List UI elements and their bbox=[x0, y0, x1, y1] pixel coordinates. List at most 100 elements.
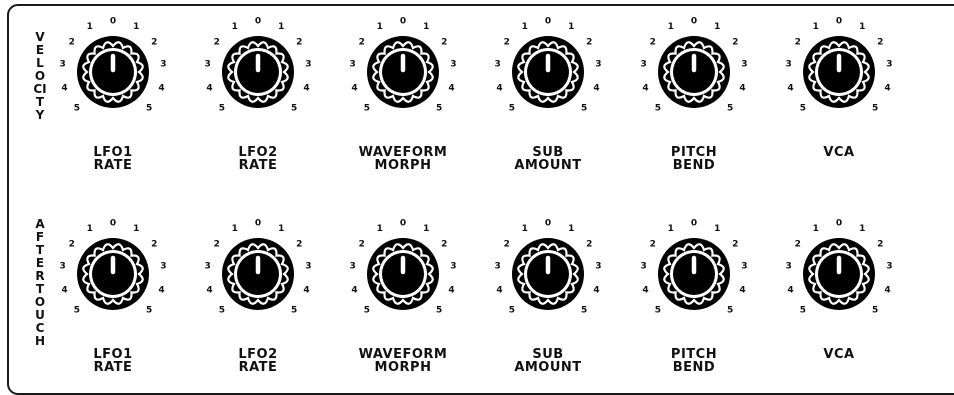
mod-amount-knob[interactable]: 5 4 3 2 1 0 1 2 3 4 5 bbox=[200, 14, 316, 142]
mod-amount-knob[interactable]: 5 4 3 2 1 0 1 2 3 4 5 bbox=[200, 216, 316, 344]
scale-tick-label: 2 bbox=[69, 38, 75, 48]
scale-tick-label: 2 bbox=[650, 38, 656, 48]
knob-label: WAVEFORM MORPH bbox=[323, 146, 483, 172]
scale-tick-label: 3 bbox=[204, 262, 210, 272]
mod-amount-knob[interactable]: 5 4 3 2 1 0 1 2 3 4 5 bbox=[345, 14, 461, 142]
knob-graphic[interactable]: 5 4 3 2 1 0 1 2 3 4 5 bbox=[636, 216, 752, 344]
scale-tick-label: 3 bbox=[886, 262, 892, 272]
scale-tick-label: 4 bbox=[496, 83, 502, 93]
knob-graphic[interactable]: 5 4 3 2 1 0 1 2 3 4 5 bbox=[490, 216, 606, 344]
knob-label-line2: BEND bbox=[672, 158, 716, 173]
knob-label-line2: RATE bbox=[93, 158, 133, 173]
scale-tick-label: 3 bbox=[494, 60, 500, 70]
scale-tick-label: 1 bbox=[133, 224, 139, 234]
velocity-row-label: VELOCITY bbox=[33, 30, 47, 122]
scale-tick-label: 5 bbox=[364, 306, 370, 316]
scale-tick-label: 4 bbox=[206, 83, 212, 93]
scale-tick-label: 2 bbox=[795, 240, 801, 250]
scale-tick-label: 1 bbox=[87, 22, 93, 32]
mod-amount-knob[interactable]: 5 4 3 2 1 0 1 2 3 4 5 bbox=[781, 216, 897, 344]
knob-graphic[interactable]: 5 4 3 2 1 0 1 2 3 4 5 bbox=[781, 216, 897, 344]
scale-tick-label: 3 bbox=[595, 262, 601, 272]
scale-tick-label: 2 bbox=[650, 240, 656, 250]
scale-tick-label: 4 bbox=[448, 285, 454, 295]
scale-tick-label: 2 bbox=[504, 240, 510, 250]
scale-tick-label: 1 bbox=[568, 224, 574, 234]
scale-tick-label: 0 bbox=[545, 17, 551, 27]
scale-tick-label: 5 bbox=[364, 104, 370, 114]
knob-label-line1: VCA bbox=[823, 347, 855, 362]
knob-graphic[interactable]: 5 4 3 2 1 0 1 2 3 4 5 bbox=[636, 14, 752, 142]
knob-graphic[interactable]: 5 4 3 2 1 0 1 2 3 4 5 bbox=[781, 14, 897, 142]
scale-tick-label: 0 bbox=[400, 219, 406, 229]
scale-tick-label: 4 bbox=[787, 83, 793, 93]
scale-tick-label: 4 bbox=[642, 83, 648, 93]
mod-amount-knob[interactable]: 5 4 3 2 1 0 1 2 3 4 5 bbox=[345, 216, 461, 344]
scale-tick-label: 4 bbox=[884, 285, 890, 295]
scale-tick-label: 2 bbox=[586, 240, 592, 250]
scale-tick-label: 2 bbox=[359, 240, 365, 250]
scale-tick-label: 0 bbox=[255, 17, 261, 27]
mod-amount-knob[interactable]: 5 4 3 2 1 0 1 2 3 4 5 bbox=[55, 216, 171, 344]
knob-graphic[interactable]: 5 4 3 2 1 0 1 2 3 4 5 bbox=[490, 14, 606, 142]
scale-tick-label: 4 bbox=[206, 285, 212, 295]
scale-tick-label: 5 bbox=[509, 104, 515, 114]
scale-tick-label: 1 bbox=[377, 22, 383, 32]
knob-label-line2: BEND bbox=[672, 360, 716, 375]
knob-graphic[interactable]: 5 4 3 2 1 0 1 2 3 4 5 bbox=[55, 216, 171, 344]
scale-tick-label: 3 bbox=[450, 262, 456, 272]
scale-tick-label: 5 bbox=[581, 306, 587, 316]
scale-tick-label: 2 bbox=[69, 240, 75, 250]
scale-tick-label: 1 bbox=[813, 22, 819, 32]
scale-tick-label: 4 bbox=[303, 83, 309, 93]
scale-tick-label: 1 bbox=[423, 224, 429, 234]
scale-tick-label: 0 bbox=[110, 17, 116, 27]
scale-tick-label: 2 bbox=[214, 240, 220, 250]
mod-amount-knob[interactable]: 5 4 3 2 1 0 1 2 3 4 5 bbox=[55, 14, 171, 142]
knob-label: VCA bbox=[759, 146, 919, 159]
scale-tick-label: 3 bbox=[450, 60, 456, 70]
knob-graphic[interactable]: 5 4 3 2 1 0 1 2 3 4 5 bbox=[55, 14, 171, 142]
scale-tick-label: 3 bbox=[640, 60, 646, 70]
scale-tick-label: 1 bbox=[232, 224, 238, 234]
scale-tick-label: 3 bbox=[785, 60, 791, 70]
scale-tick-label: 1 bbox=[714, 22, 720, 32]
scale-tick-label: 2 bbox=[151, 240, 157, 250]
scale-tick-label: 3 bbox=[595, 60, 601, 70]
scale-tick-label: 5 bbox=[436, 104, 442, 114]
scale-tick-label: 1 bbox=[522, 224, 528, 234]
scale-tick-label: 0 bbox=[255, 219, 261, 229]
scale-tick-label: 5 bbox=[291, 306, 297, 316]
knob-graphic[interactable]: 5 4 3 2 1 0 1 2 3 4 5 bbox=[345, 216, 461, 344]
knob-label: LFO2 RATE bbox=[178, 348, 338, 374]
scale-tick-label: 5 bbox=[74, 104, 80, 114]
knob-graphic[interactable]: 5 4 3 2 1 0 1 2 3 4 5 bbox=[345, 14, 461, 142]
scale-tick-label: 3 bbox=[741, 60, 747, 70]
knob-label: VCA bbox=[759, 348, 919, 361]
knob-label: PITCH BEND bbox=[614, 348, 774, 374]
knob-label: SUB AMOUNT bbox=[468, 348, 628, 374]
scale-tick-label: 5 bbox=[727, 104, 733, 114]
scale-tick-label: 4 bbox=[61, 83, 67, 93]
mod-amount-knob[interactable]: 5 4 3 2 1 0 1 2 3 4 5 bbox=[636, 216, 752, 344]
knob-label: LFO1 RATE bbox=[33, 146, 193, 172]
mod-panel: VELOCITY AFTERTOUCH 5 4 3 2 1 0 1 2 3 4 5 LFO1 RATE 5… bbox=[7, 4, 954, 395]
mod-amount-knob[interactable]: 5 4 3 2 1 0 1 2 3 4 5 bbox=[490, 14, 606, 142]
knob-label-line2: AMOUNT bbox=[514, 360, 582, 375]
scale-tick-label: 1 bbox=[568, 22, 574, 32]
scale-tick-label: 4 bbox=[739, 285, 745, 295]
knob-graphic[interactable]: 5 4 3 2 1 0 1 2 3 4 5 bbox=[200, 14, 316, 142]
scale-tick-label: 1 bbox=[423, 22, 429, 32]
mod-amount-knob[interactable]: 5 4 3 2 1 0 1 2 3 4 5 bbox=[490, 216, 606, 344]
knob-label: LFO1 RATE bbox=[33, 348, 193, 374]
scale-tick-label: 2 bbox=[296, 38, 302, 48]
aftertouch-row-label: AFTERTOUCH bbox=[34, 217, 46, 348]
knob-graphic[interactable]: 5 4 3 2 1 0 1 2 3 4 5 bbox=[200, 216, 316, 344]
scale-tick-label: 4 bbox=[158, 83, 164, 93]
scale-tick-label: 4 bbox=[593, 83, 599, 93]
scale-tick-label: 2 bbox=[359, 38, 365, 48]
scale-tick-label: 0 bbox=[836, 17, 842, 27]
mod-amount-knob[interactable]: 5 4 3 2 1 0 1 2 3 4 5 bbox=[636, 14, 752, 142]
mod-amount-knob[interactable]: 5 4 3 2 1 0 1 2 3 4 5 bbox=[781, 14, 897, 142]
scale-tick-label: 0 bbox=[110, 219, 116, 229]
